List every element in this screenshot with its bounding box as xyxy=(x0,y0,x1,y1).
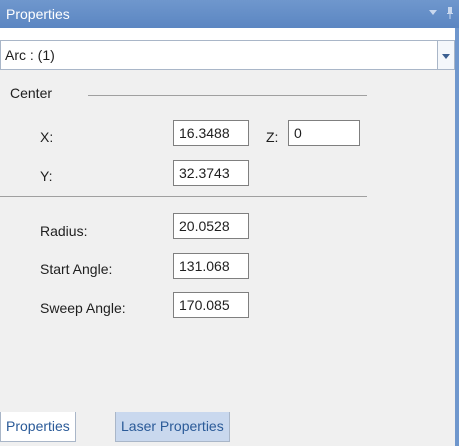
dropdown-arrow-icon[interactable] xyxy=(428,7,438,21)
chevron-down-icon xyxy=(442,47,450,63)
sweep-angle-field[interactable]: 170.085 xyxy=(173,292,249,318)
panel-tabs: Properties Laser Properties xyxy=(0,408,459,446)
object-selector[interactable]: Arc : (1) xyxy=(0,40,455,70)
object-selector-value: Arc : (1) xyxy=(5,47,55,63)
tab-laser-properties[interactable]: Laser Properties xyxy=(115,412,230,442)
selector-dropdown-button[interactable] xyxy=(437,40,455,70)
center-group-label: Center xyxy=(10,85,53,101)
center-group-divider xyxy=(88,95,367,96)
panel-right-border xyxy=(455,28,459,446)
radius-label: Radius: xyxy=(40,223,88,239)
z-label: Z: xyxy=(266,129,279,145)
z-field[interactable]: 0 xyxy=(288,120,360,146)
x-label: X: xyxy=(40,129,54,145)
panel-title: Properties xyxy=(6,6,70,22)
x-field[interactable]: 16.3488 xyxy=(173,120,249,146)
tab-properties[interactable]: Properties xyxy=(0,412,76,442)
tab-laser-properties-label: Laser Properties xyxy=(121,418,224,434)
property-grid: Center X: 16.3488 Z: 0 Y: 32.3743 Radius… xyxy=(0,70,459,408)
y-field[interactable]: 32.3743 xyxy=(173,160,249,186)
panel-titlebar: Properties xyxy=(0,0,459,28)
start-angle-field[interactable]: 131.068 xyxy=(173,253,249,279)
y-label: Y: xyxy=(40,168,53,184)
tab-properties-label: Properties xyxy=(6,418,70,434)
sweep-angle-label: Sweep Angle: xyxy=(40,300,126,316)
pin-icon[interactable] xyxy=(446,7,454,23)
section-divider xyxy=(0,196,367,197)
start-angle-label: Start Angle: xyxy=(40,261,113,277)
radius-field[interactable]: 20.0528 xyxy=(173,213,249,239)
